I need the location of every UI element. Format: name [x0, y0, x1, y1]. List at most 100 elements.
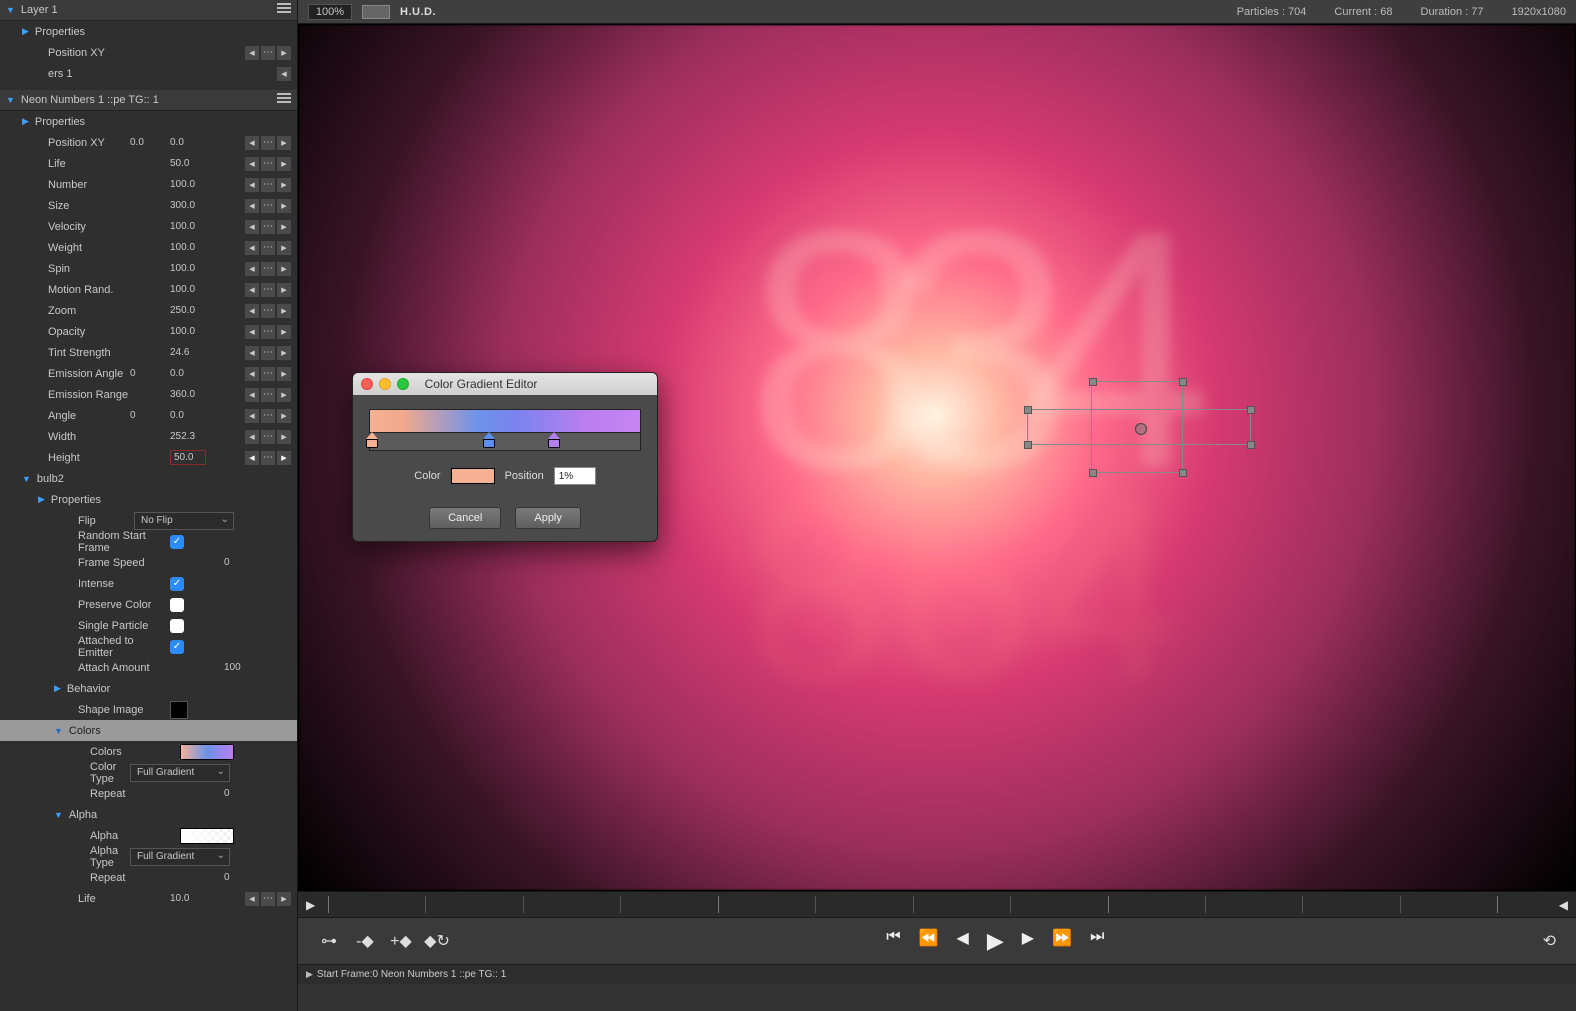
property-row-random-start: Random Start Frame	[0, 531, 297, 552]
property-row-preserve-color: Preserve Color	[0, 594, 297, 615]
value-input[interactable]: 0.0	[170, 368, 218, 379]
tree-item-colors[interactable]: ▼ Colors	[0, 720, 297, 741]
property-row-alpha-type: Alpha TypeFull Gradient	[0, 846, 297, 867]
value-input[interactable]: 100.0	[170, 179, 210, 190]
prev-keyframe-icon[interactable]	[245, 46, 259, 60]
tree-item[interactable]: ▶ Properties	[0, 111, 297, 132]
value-input[interactable]: 100	[224, 662, 264, 673]
timeline-ruler[interactable]: ▶ ◀	[298, 892, 1576, 918]
cancel-button[interactable]: Cancel	[429, 507, 501, 529]
value-input[interactable]: 300.0	[170, 200, 210, 211]
disclosure-icon[interactable]: ▶	[22, 116, 29, 127]
in-point-icon[interactable]: ▶	[306, 898, 315, 912]
color-gradient-editor-dialog[interactable]: Color Gradient Editor Color Position Can…	[352, 372, 658, 542]
disclosure-icon[interactable]: ▼	[6, 5, 15, 15]
track-label: Start Frame:0 Neon Numbers 1 ::pe TG:: 1	[317, 969, 506, 980]
disclosure-icon[interactable]: ▼	[54, 726, 63, 736]
tree-item[interactable]: ▶ Properties	[0, 489, 297, 510]
alpha-gradient-swatch[interactable]	[180, 828, 234, 844]
value-input[interactable]: 50.0	[170, 158, 210, 169]
menu-icon[interactable]	[277, 93, 291, 105]
add-key-icon[interactable]: +◆	[390, 930, 412, 952]
value-input[interactable]: 100.0	[170, 326, 210, 337]
prev-keyframe-icon[interactable]	[277, 67, 291, 81]
tree-item-bulb2[interactable]: ▼ bulb2	[0, 468, 297, 489]
disclosure-icon[interactable]: ▼	[54, 810, 63, 820]
step-forward-button[interactable]: ▶	[1022, 928, 1034, 954]
goto-start-button[interactable]: ⏮	[886, 928, 900, 954]
disclosure-icon[interactable]: ▼	[6, 95, 15, 105]
value-input[interactable]: 252.3	[170, 431, 210, 442]
value-input[interactable]: 0	[130, 410, 170, 421]
color-type-select[interactable]: Full Gradient	[130, 764, 230, 782]
value-input[interactable]: 100.0	[170, 263, 210, 274]
value-input[interactable]: 0	[130, 368, 170, 379]
gradient-preview[interactable]	[369, 409, 641, 433]
disclosure-icon[interactable]: ▶	[306, 969, 313, 980]
gradient-stop-track[interactable]	[369, 433, 641, 451]
keyframe-menu-icon[interactable]	[261, 46, 275, 60]
key-tool-icon[interactable]: ⊶	[318, 930, 340, 952]
alpha-type-select[interactable]: Full Gradient	[130, 848, 230, 866]
layer-header[interactable]: ▼ Layer 1	[0, 0, 297, 21]
value-input[interactable]: 0.0	[130, 137, 170, 148]
disclosure-icon[interactable]: ▶	[54, 683, 61, 694]
value-input[interactable]: 0.0	[170, 410, 218, 421]
dialog-title: Color Gradient Editor	[375, 377, 587, 391]
random-start-checkbox[interactable]	[170, 535, 184, 549]
tree-item-alpha[interactable]: ▼ Alpha	[0, 804, 297, 825]
position-input[interactable]	[554, 467, 596, 485]
reset-key-icon[interactable]: ◆↻	[426, 930, 448, 952]
flip-select[interactable]: No Flip	[134, 512, 234, 530]
intense-checkbox[interactable]	[170, 577, 184, 591]
selected-color-swatch[interactable]	[451, 468, 495, 484]
value-input[interactable]: 100.0	[170, 284, 210, 295]
value-input[interactable]: 360.0	[170, 389, 210, 400]
disclosure-icon[interactable]: ▶	[22, 26, 29, 37]
emitter-transform-gizmo[interactable]	[1027, 381, 1255, 475]
timeline-track[interactable]: ▶ Start Frame:0 Neon Numbers 1 ::pe TG::…	[298, 964, 1576, 984]
close-icon[interactable]	[361, 378, 373, 390]
value-input[interactable]: 0	[224, 872, 264, 883]
goto-end-button[interactable]: ⏭	[1090, 928, 1104, 954]
value-input[interactable]: 100.0	[170, 242, 210, 253]
loop-button[interactable]: ⟲	[1543, 931, 1556, 951]
value-input[interactable]: 250.0	[170, 305, 210, 316]
emitter-header[interactable]: ▼ Neon Numbers 1 ::pe TG:: 1	[0, 90, 297, 111]
preserve-color-checkbox[interactable]	[170, 598, 184, 612]
value-input[interactable]: 0	[224, 788, 264, 799]
value-input[interactable]: 50.0	[170, 450, 206, 465]
dialog-titlebar[interactable]: Color Gradient Editor	[353, 373, 657, 395]
anchor-point-icon[interactable]	[1135, 423, 1147, 435]
menu-icon[interactable]	[277, 3, 291, 15]
value-input[interactable]: 0	[224, 557, 264, 568]
gradient-stop[interactable]	[366, 432, 378, 448]
value-input[interactable]: 0.0	[170, 137, 218, 148]
attached-checkbox[interactable]	[170, 640, 184, 654]
value-input[interactable]: 100.0	[170, 221, 210, 232]
gradient-stop[interactable]	[548, 432, 560, 448]
properties-panel[interactable]: ▼ Layer 1 ▶ Properties Position XY ers 1…	[0, 0, 298, 1011]
colors-gradient-swatch[interactable]	[180, 744, 234, 760]
value-input[interactable]: 24.6	[170, 347, 210, 358]
gradient-stop[interactable]	[483, 432, 495, 448]
hud-toggle[interactable]: H.U.D.	[400, 6, 436, 18]
shape-image-swatch[interactable]	[170, 701, 188, 719]
step-back-button[interactable]: ◀	[957, 928, 969, 954]
value-input[interactable]: 10.0	[170, 893, 210, 904]
position-label: Position	[505, 470, 544, 482]
background-color-swatch[interactable]	[362, 5, 390, 19]
rewind-button[interactable]: ⏪	[919, 928, 939, 954]
next-keyframe-icon[interactable]	[277, 46, 291, 60]
fast-forward-button[interactable]: ⏩	[1052, 928, 1072, 954]
remove-key-icon[interactable]: -◆	[354, 930, 376, 952]
apply-button[interactable]: Apply	[515, 507, 581, 529]
tree-item[interactable]: ▶ Properties	[0, 21, 297, 42]
single-particle-checkbox[interactable]	[170, 619, 184, 633]
play-button[interactable]: ▶	[987, 928, 1004, 954]
out-point-icon[interactable]: ◀	[1559, 898, 1568, 912]
disclosure-icon[interactable]: ▶	[38, 494, 45, 505]
tree-item-behavior[interactable]: ▶ Behavior	[0, 678, 297, 699]
zoom-level[interactable]: 100%	[308, 4, 352, 20]
disclosure-icon[interactable]: ▼	[22, 474, 31, 484]
